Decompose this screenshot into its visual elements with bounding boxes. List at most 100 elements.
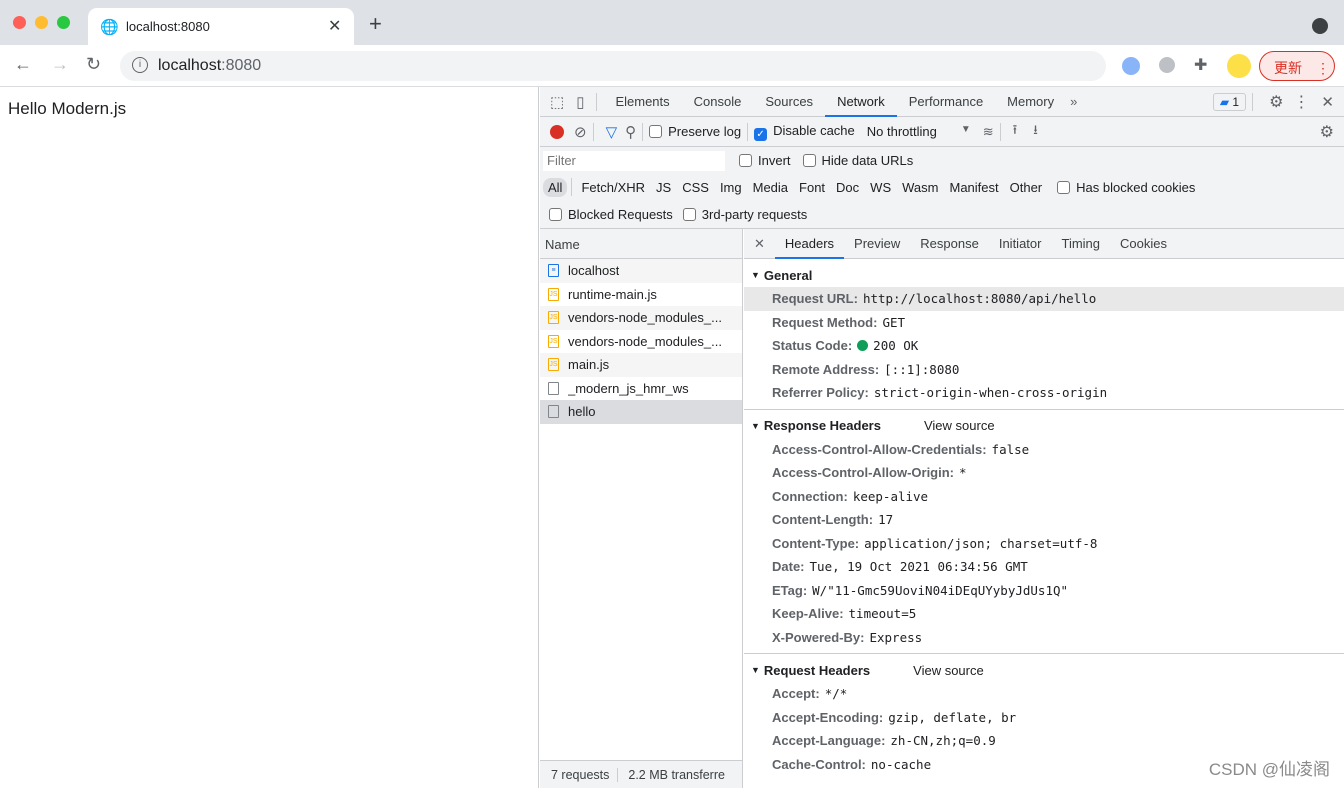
tab-performance[interactable]: Performance — [897, 87, 995, 117]
type-filter-js[interactable]: JS — [651, 178, 676, 197]
close-details-icon[interactable]: ✕ — [754, 236, 765, 252]
browser-tab-strip: 🌐 localhost:8080 ✕ + — [0, 0, 1344, 45]
type-filter-ws[interactable]: WS — [865, 178, 896, 197]
header-value: GET — [882, 314, 906, 330]
tab-console[interactable]: Console — [682, 87, 754, 117]
type-filter-css[interactable]: CSS — [677, 178, 714, 197]
name-column-header[interactable]: Name — [540, 229, 742, 259]
profile-avatar[interactable] — [1227, 54, 1251, 78]
request-row[interactable]: JS vendors-node_modules_... — [540, 306, 742, 330]
details-tab-cookies[interactable]: Cookies — [1110, 229, 1177, 259]
record-button[interactable] — [550, 124, 564, 139]
details-tab-timing[interactable]: Timing — [1051, 229, 1110, 259]
type-filter-img[interactable]: Img — [715, 178, 747, 197]
forward-button[interactable]: → — [51, 54, 69, 75]
blocked-requests-checkbox[interactable]: Blocked Requests — [549, 207, 673, 222]
response-headers-section: ▼ Response Headers View source Access-Contr… — [744, 408, 1344, 650]
network-settings-icon[interactable]: ⚙ — [1320, 122, 1334, 142]
view-source-link[interactable]: View source — [924, 418, 995, 433]
request-row[interactable]: hello — [540, 400, 742, 424]
filter-icon[interactable]: ▽ — [606, 123, 618, 141]
throttling-select[interactable]: No throttling ▼ — [867, 124, 971, 139]
request-row[interactable]: _modern_js_hmr_ws — [540, 377, 742, 401]
update-button[interactable]: 更新 ⋮ — [1259, 51, 1335, 81]
export-har-icon[interactable]: ⭳ — [1033, 121, 1038, 143]
filter-input[interactable] — [543, 150, 725, 171]
tab-search-icon[interactable] — [1312, 18, 1328, 34]
request-name: vendors-node_modules_... — [568, 333, 722, 349]
type-filter-wasm[interactable]: Wasm — [897, 178, 943, 197]
request-row[interactable]: JS vendors-node_modules_... — [540, 330, 742, 354]
third-party-requests-checkbox[interactable]: 3rd-party requests — [682, 207, 808, 222]
details-tab-initiator[interactable]: Initiator — [989, 229, 1052, 259]
preserve-log-checkbox[interactable]: Preserve log — [649, 124, 741, 139]
close-devtools-icon[interactable]: ✕ — [1321, 93, 1334, 111]
has-blocked-cookies-checkbox[interactable]: Has blocked cookies — [1057, 180, 1195, 195]
request-row[interactable]: ≡ localhost — [540, 259, 742, 283]
tab-network[interactable]: Network — [825, 87, 897, 117]
type-filter-other[interactable]: Other — [1005, 178, 1048, 197]
info-icon[interactable]: i — [132, 57, 148, 73]
more-tabs-icon[interactable]: » — [1070, 94, 1077, 109]
header-value: false — [991, 441, 1030, 457]
invert-checkbox[interactable]: Invert — [739, 153, 791, 168]
issues-badge[interactable]: ▰ 1 — [1212, 92, 1247, 111]
new-tab-button[interactable]: + — [369, 11, 382, 37]
header-value: timeout=5 — [848, 606, 917, 622]
back-button[interactable]: ← — [14, 54, 32, 75]
type-filter-font[interactable]: Font — [794, 178, 830, 197]
header-value: [::1]:8080 — [884, 361, 960, 377]
disable-cache-checkbox[interactable]: ✓ Disable cache — [754, 123, 855, 141]
header-value: 200 OK — [873, 338, 919, 354]
close-tab-icon[interactable]: ✕ — [328, 16, 341, 36]
header-name: Accept-Language: — [772, 733, 886, 749]
header-row: Connection: keep-alive — [744, 485, 1344, 509]
reload-button[interactable]: ↻ — [86, 54, 101, 75]
section-header[interactable]: ▼ Request Headers View source — [744, 658, 1344, 682]
header-name: Keep-Alive: — [772, 606, 844, 622]
network-conditions-icon[interactable]: ≋ — [983, 124, 994, 140]
type-filter-all[interactable]: All — [543, 178, 568, 197]
details-tab-response[interactable]: Response — [910, 229, 989, 259]
header-name: Content-Length: — [772, 512, 874, 528]
tab-elements[interactable]: Elements — [603, 87, 681, 117]
details-tab-preview[interactable]: Preview — [844, 229, 910, 259]
header-value: Express — [869, 629, 923, 645]
request-row[interactable]: JS runtime-main.js — [540, 283, 742, 307]
type-filter-fetch-xhr[interactable]: Fetch/XHR — [576, 178, 650, 197]
hide-data-urls-checkbox[interactable]: Hide data URLs — [802, 153, 913, 168]
minimize-window-button[interactable] — [35, 16, 48, 29]
request-name: runtime-main.js — [568, 286, 657, 302]
search-icon[interactable]: ⚲ — [625, 123, 636, 141]
section-header[interactable]: ▼ Response Headers View source — [744, 414, 1344, 438]
request-row[interactable]: JS main.js — [540, 353, 742, 377]
page-content: Hello Modern.js — [0, 87, 539, 788]
type-filter-media[interactable]: Media — [748, 178, 793, 197]
tab-sources[interactable]: Sources — [753, 87, 825, 117]
third-party-label: 3rd-party requests — [701, 207, 808, 222]
extension-icon[interactable] — [1122, 57, 1140, 75]
puzzle-extensions-icon[interactable]: ✚ — [1194, 55, 1207, 75]
clear-icon[interactable]: ⊘ — [574, 123, 587, 141]
device-toolbar-icon[interactable]: ▯ — [576, 93, 584, 111]
import-har-icon[interactable]: ⭱ — [1013, 121, 1018, 143]
section-header[interactable]: ▼ General — [744, 263, 1344, 287]
header-name: Date: — [772, 559, 805, 575]
address-bar[interactable]: i localhost:8080 — [120, 51, 1106, 81]
inspect-element-icon[interactable]: ⬚ — [550, 93, 564, 111]
settings-gear-icon[interactable]: ⚙ — [1269, 92, 1283, 112]
type-filter-doc[interactable]: Doc — [831, 178, 864, 197]
close-window-button[interactable] — [13, 16, 26, 29]
header-row: Request Method: GET — [744, 311, 1344, 335]
maximize-window-button[interactable] — [57, 16, 70, 29]
tab-memory[interactable]: Memory — [995, 87, 1066, 117]
header-row: Accept-Encoding: gzip, deflate, br — [744, 706, 1344, 730]
view-source-link[interactable]: View source — [913, 663, 984, 678]
triangle-down-icon: ▼ — [751, 665, 760, 675]
more-options-icon[interactable]: ⋮ — [1293, 92, 1309, 112]
browser-tab[interactable]: 🌐 localhost:8080 ✕ — [88, 8, 354, 45]
type-filter-manifest[interactable]: Manifest — [944, 178, 1003, 197]
details-tab-headers[interactable]: Headers — [774, 229, 845, 259]
header-row: Access-Control-Allow-Origin: * — [744, 461, 1344, 485]
extension-icon[interactable] — [1159, 57, 1175, 73]
